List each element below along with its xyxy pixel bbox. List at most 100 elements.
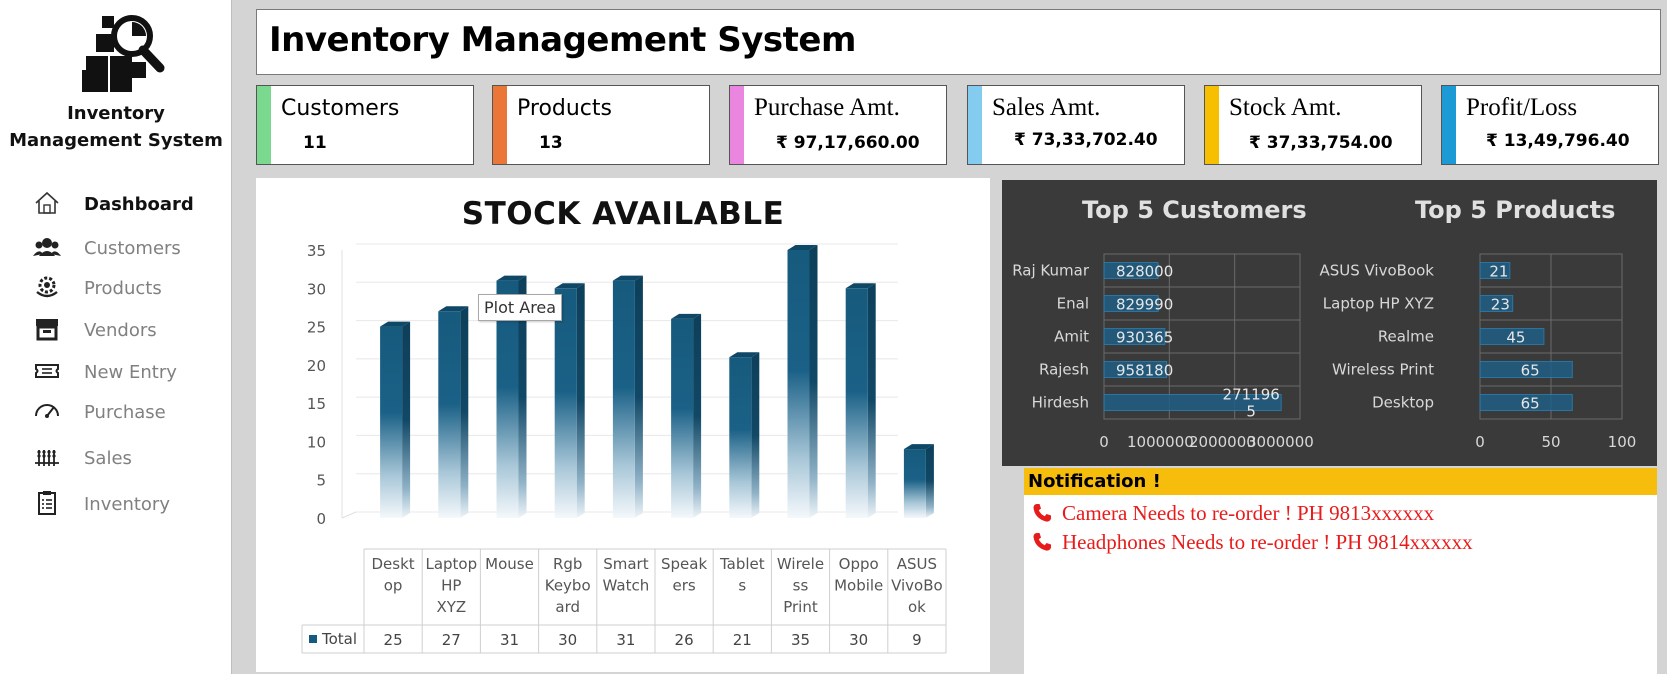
kpi-label: Stock Amt.	[1229, 94, 1342, 121]
y-tick-label: 0	[316, 510, 326, 528]
sidebar-item-vendors[interactable]: Vendors	[0, 312, 232, 348]
legend-label: Total	[321, 630, 357, 648]
category-label: ASUS VivoBook	[1319, 262, 1434, 280]
x-tick-label: Tablet	[719, 555, 765, 573]
notification-text: Headphones Needs to re-order ! PH 9814xx…	[1062, 529, 1473, 554]
kpi-value: ₹ 37,33,754.00	[1249, 133, 1393, 153]
stock-bar-side	[634, 275, 643, 518]
kpi-card-sales-amt[interactable]: Sales Amt. ₹ 73,33,702.40	[967, 85, 1185, 165]
stock-bar-front	[438, 311, 461, 518]
kpi-value: ₹ 97,17,660.00	[776, 133, 920, 153]
stock-bar-side	[809, 245, 818, 518]
phone-icon	[1033, 533, 1051, 551]
sidebar-item-label: Purchase	[84, 401, 166, 423]
kpi-card-profit-loss[interactable]: Profit/Loss ₹ 13,49,796.40	[1441, 85, 1659, 165]
category-label: Amit	[1054, 328, 1089, 346]
data-label: 27	[442, 631, 461, 649]
sidebar-item-products[interactable]: Products	[0, 270, 232, 306]
stock-bar-front	[787, 250, 810, 518]
x-tick-label: 100	[1608, 433, 1637, 451]
data-label: 21	[1489, 263, 1508, 281]
data-label: 65	[1521, 362, 1540, 380]
x-tick-label: Keybo	[545, 577, 591, 595]
data-label: 31	[500, 631, 519, 649]
data-label: 829990	[1116, 296, 1173, 314]
y-tick-label: 5	[316, 472, 326, 490]
data-label: 958180	[1116, 362, 1173, 380]
sidebar-item-sales[interactable]: Sales	[0, 440, 232, 476]
sidebar-item-customers[interactable]: Customers	[0, 230, 232, 266]
sidebar-item-inventory[interactable]: Inventory	[0, 486, 232, 522]
data-label: 31	[616, 631, 635, 649]
top5-panel[interactable]: Top 5 Customers Top 5 Products Raj Kumar…	[1002, 180, 1657, 466]
x-tick-label: 50	[1541, 433, 1560, 451]
phone-icon	[1033, 504, 1051, 522]
data-label: 9	[912, 631, 922, 649]
data-label: 30	[558, 631, 577, 649]
ticket-icon	[32, 358, 62, 384]
stock-bar-front	[729, 357, 752, 518]
kpi-label: Purchase Amt.	[754, 94, 900, 121]
stock-available-chart[interactable]: STOCK AVAILABLE 0 5 10 15 20 25 30 35 Total Desk…	[256, 178, 990, 672]
data-label: 23	[1491, 296, 1510, 314]
axis-wall	[341, 511, 357, 519]
stock-bar-front	[380, 326, 403, 518]
kpi-label: Sales Amt.	[992, 94, 1101, 121]
gauge-icon	[32, 398, 62, 424]
store-icon	[32, 316, 62, 342]
sidebar-item-label: Customers	[84, 237, 181, 259]
y-tick-label: 20	[307, 357, 326, 375]
stock-bar-side	[693, 313, 702, 518]
stock-bar-front	[845, 288, 868, 518]
notification-item[interactable]: Headphones Needs to re-order ! PH 9814xx…	[1030, 528, 1473, 556]
kpi-card-stock-amt[interactable]: Stock Amt. ₹ 37,33,754.00	[1204, 85, 1422, 165]
sidebar-item-label: Sales	[84, 447, 132, 469]
kpi-card-customers[interactable]: Customers 11	[256, 85, 474, 165]
kpi-value: 11	[303, 133, 327, 153]
app-name-line2: Management System	[9, 130, 223, 151]
people-icon	[32, 234, 62, 260]
notification-item[interactable]: Camera Needs to re-order ! PH 9813xxxxxx	[1030, 499, 1434, 527]
sidebar-item-label: Products	[84, 277, 162, 299]
app-name: Inventory Management System	[0, 100, 232, 154]
kpi-color-bar	[257, 86, 271, 164]
data-label: 25	[384, 631, 403, 649]
stock-bar	[380, 321, 411, 518]
sidebar-item-label: Dashboard	[84, 193, 194, 215]
y-tick-label: 25	[307, 319, 326, 337]
kpi-color-bar	[730, 86, 744, 164]
kpi-color-bar	[968, 86, 982, 164]
sidebar-item-dashboard[interactable]: Dashboard	[0, 186, 232, 222]
stock-bar-front	[554, 288, 577, 518]
x-tick-label: Speak	[661, 555, 707, 573]
x-tick-label: 2000000	[1189, 433, 1256, 451]
home-icon	[32, 190, 62, 216]
category-label: Desktop	[1372, 394, 1434, 412]
sidebar-item-label: New Entry	[84, 361, 177, 383]
x-tick-label: HP	[441, 577, 461, 595]
stock-bar-front	[612, 280, 635, 518]
category-label: Enal	[1057, 295, 1089, 313]
sidebar-item-new-entry[interactable]: New Entry	[0, 354, 232, 390]
x-tick-label: VivoBo	[891, 577, 943, 595]
x-tick-label: Mouse	[485, 555, 534, 573]
data-label: 65	[1521, 395, 1540, 413]
kpi-card-products[interactable]: Products 13	[492, 85, 710, 165]
x-tick-label: Mobile	[834, 577, 883, 595]
x-tick-label: 0	[1475, 433, 1485, 451]
sidebar-item-label: Inventory	[84, 493, 170, 515]
sidebar-item-purchase[interactable]: Purchase	[0, 394, 232, 430]
stock-bar	[787, 245, 818, 518]
kpi-card-purchase-amt[interactable]: Purchase Amt. ₹ 97,17,660.00	[729, 85, 947, 165]
x-tick-label: XYZ	[436, 598, 466, 616]
sidebar-item-label: Vendors	[84, 319, 157, 341]
notification-title: Notification !	[1028, 471, 1161, 492]
x-tick-label: 0	[1099, 433, 1109, 451]
kpi-label: Products	[517, 96, 612, 121]
sidebar: Inventory Management System Dashboard Cu…	[0, 0, 232, 674]
data-label: 5	[1246, 403, 1256, 421]
plot-area-tooltip: Plot Area	[478, 294, 563, 321]
logo-inventory-search-icon	[80, 12, 166, 92]
stock-bar-front	[903, 449, 926, 518]
kpi-label: Customers	[281, 96, 400, 121]
